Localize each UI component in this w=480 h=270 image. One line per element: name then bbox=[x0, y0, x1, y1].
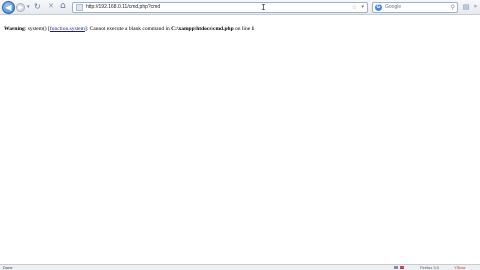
favicon-icon bbox=[76, 4, 83, 11]
address-dropdown-icon[interactable]: ▾ bbox=[361, 3, 364, 12]
navigation-toolbar: ◀ ▶ ▾ ↻ ✕ ⌂ http://192.168.0.11/cmd.php?… bbox=[0, 0, 480, 15]
line-prefix: on line bbox=[233, 26, 252, 32]
status-addon-icon[interactable] bbox=[394, 266, 398, 269]
search-input[interactable] bbox=[385, 3, 447, 12]
bookmark-star-icon[interactable]: ☆ bbox=[352, 3, 357, 12]
warning-message: ]: Cannot execute a blank command in bbox=[84, 26, 172, 32]
search-box[interactable]: G ⚲ bbox=[372, 2, 458, 13]
search-icon[interactable]: ⚲ bbox=[451, 3, 455, 12]
history-dropdown-icon[interactable]: ▾ bbox=[27, 4, 30, 10]
text-cursor-icon: I bbox=[261, 3, 266, 12]
status-alert-icon[interactable] bbox=[400, 266, 404, 269]
status-right-text: Firefox 3.5 bbox=[420, 265, 439, 270]
warning-label: Warning bbox=[4, 26, 25, 32]
toolbar-overflow-icon[interactable]: » bbox=[472, 2, 479, 12]
line-number: 1 bbox=[251, 26, 255, 32]
reload-icon[interactable]: ↻ bbox=[34, 2, 41, 11]
status-bar: Done Firefox 3.5 YSlow bbox=[0, 264, 480, 270]
address-url[interactable]: http://192.168.0.11/cmd.php?cmd bbox=[86, 3, 160, 12]
back-button-icon[interactable]: ◀ bbox=[2, 1, 15, 14]
browser-window: ◀ ▶ ▾ ↻ ✕ ⌂ http://192.168.0.11/cmd.php?… bbox=[0, 0, 480, 270]
forward-button-icon[interactable]: ▶ bbox=[16, 3, 25, 12]
status-text: Done bbox=[3, 265, 13, 270]
bookmarks-icon[interactable]: ▤ bbox=[462, 2, 470, 12]
function-system-link[interactable]: function.system bbox=[50, 26, 85, 32]
stop-icon[interactable]: ✕ bbox=[48, 2, 54, 10]
status-extension-text[interactable]: YSlow bbox=[454, 265, 465, 270]
file-path: C:\xampp\htdocs\cmd.php bbox=[171, 26, 234, 32]
warning-prefix: : system() [ bbox=[24, 26, 50, 32]
page-content: Warning: system() [function.system]: Can… bbox=[4, 25, 474, 33]
home-icon[interactable]: ⌂ bbox=[60, 1, 66, 11]
address-bar[interactable]: http://192.168.0.11/cmd.php?cmd ☆ ▾ bbox=[72, 2, 368, 13]
search-engine-icon[interactable]: G bbox=[375, 4, 382, 11]
